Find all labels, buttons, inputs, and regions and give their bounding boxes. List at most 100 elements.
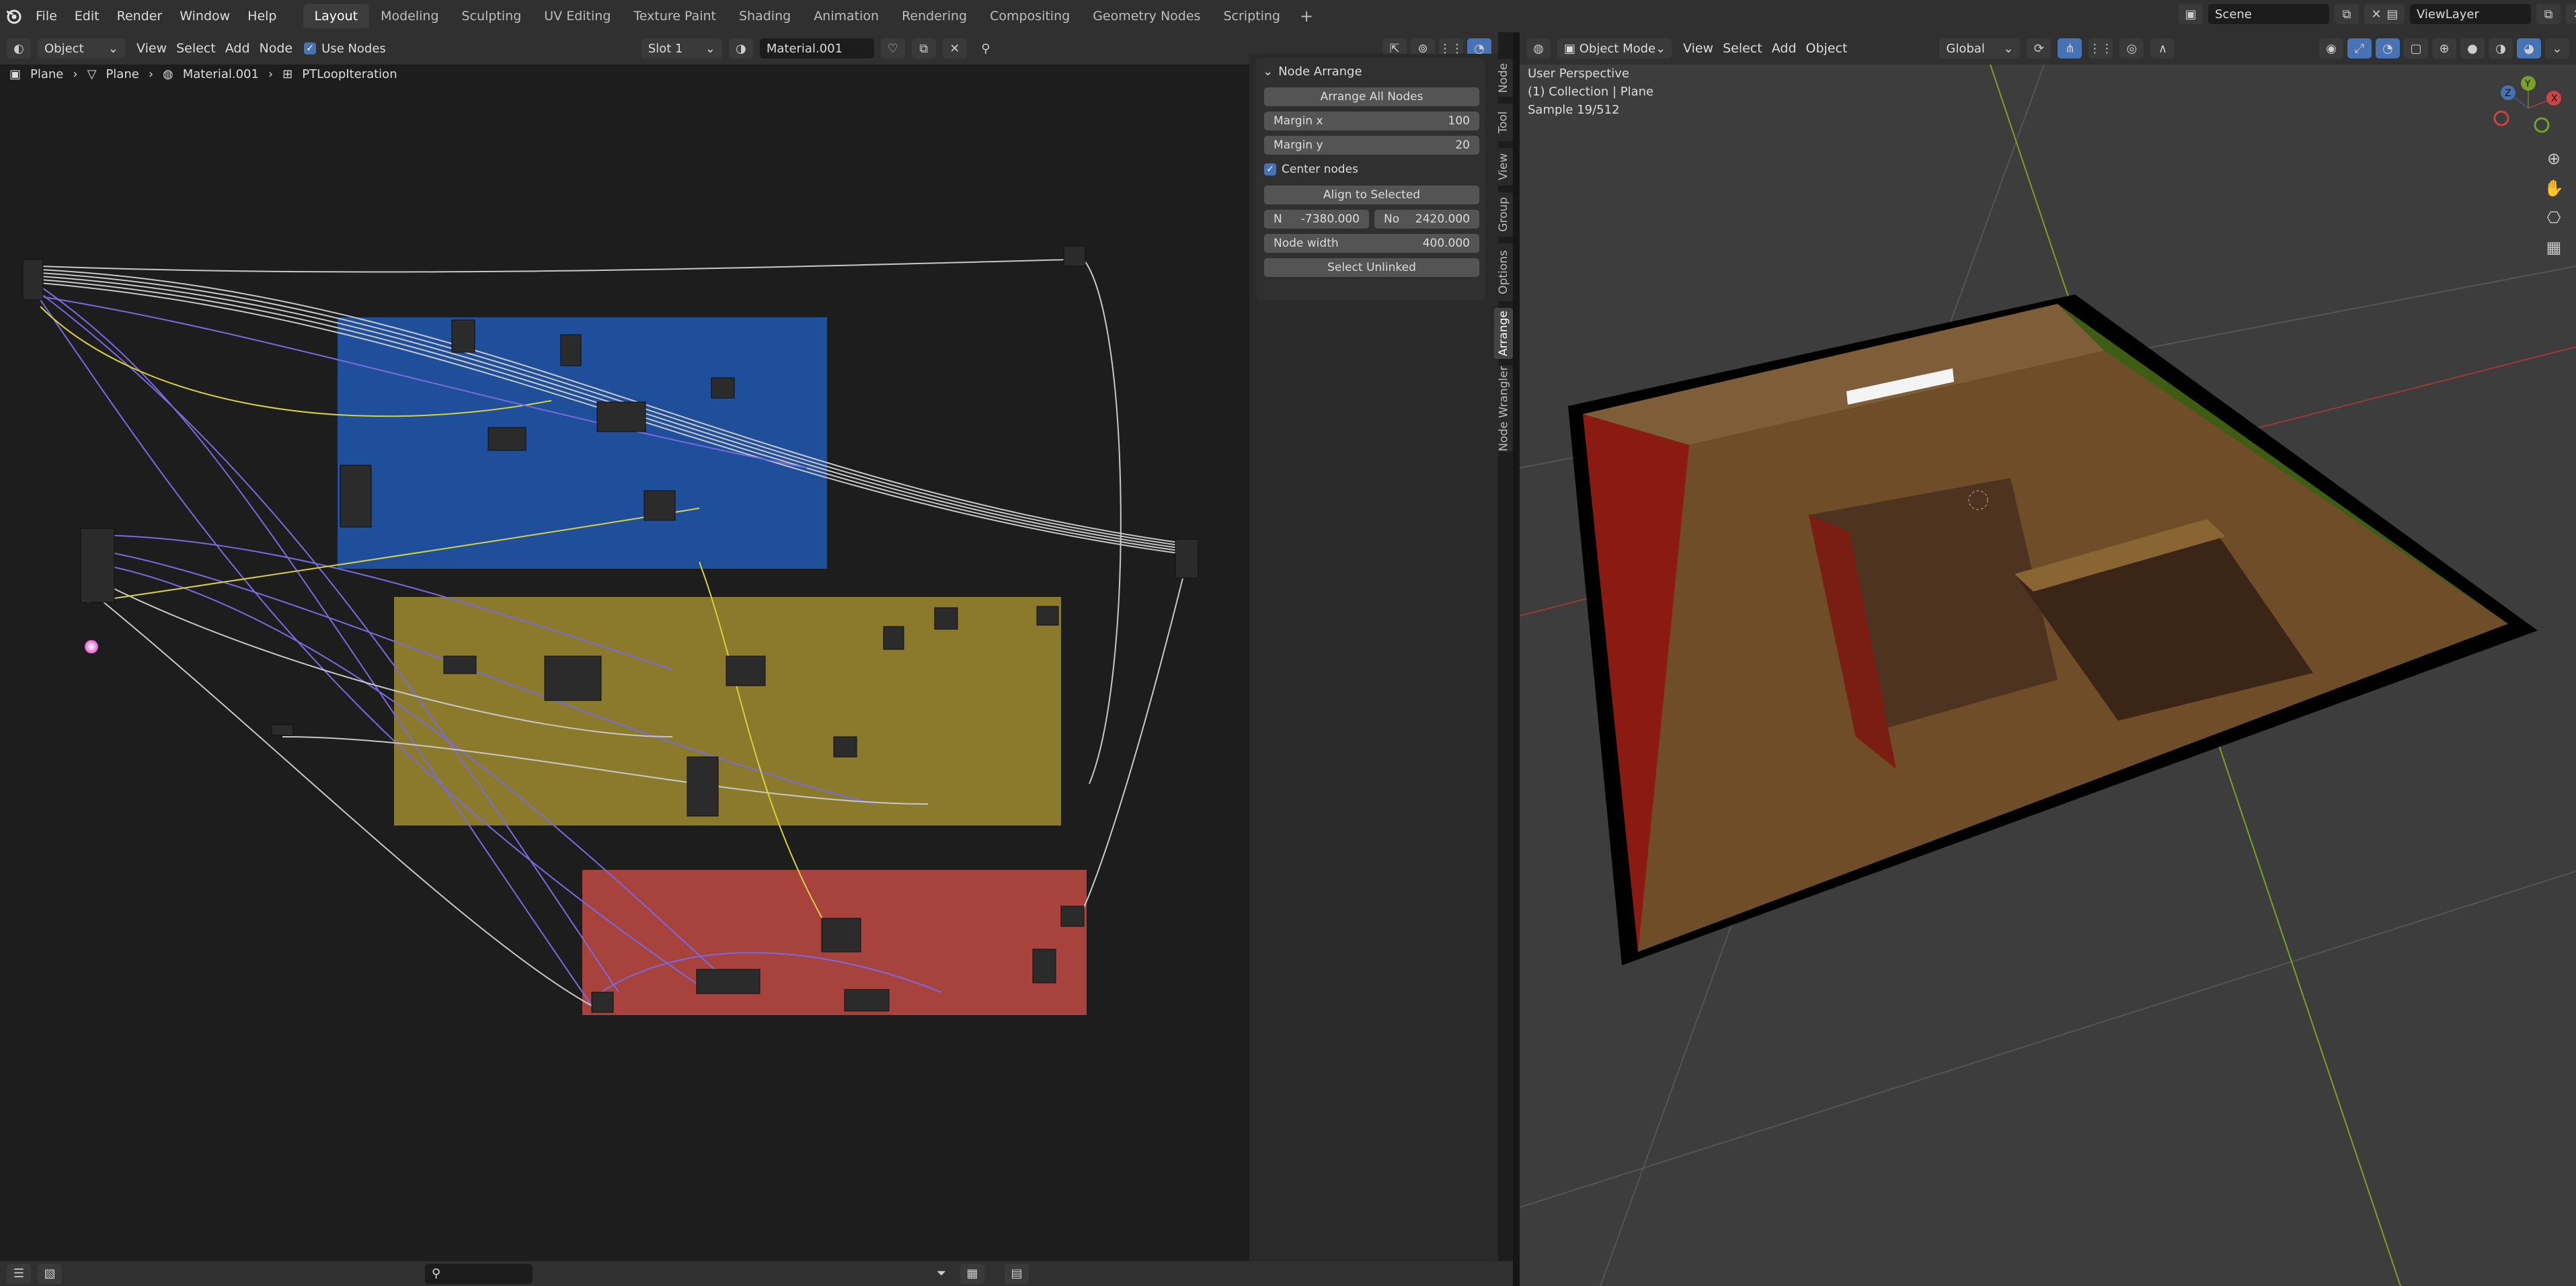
- blender-logo-icon[interactable]: [0, 7, 27, 25]
- node-menu-add[interactable]: Add: [221, 41, 255, 56]
- viewlayer-icon[interactable]: ▤: [2380, 4, 2405, 24]
- material-browse-icon[interactable]: ◑: [728, 38, 753, 58]
- tab-shading[interactable]: Shading: [728, 4, 802, 28]
- arrange-all-button[interactable]: Arrange All Nodes: [1264, 87, 1479, 106]
- pivot-icon[interactable]: ⟳: [2027, 38, 2052, 58]
- menu-render[interactable]: Render: [108, 9, 171, 24]
- shader-type-select[interactable]: Object ⌄: [38, 38, 125, 58]
- select-unlinked-button[interactable]: Select Unlinked: [1264, 258, 1479, 277]
- filter-icon[interactable]: ⏷: [929, 1264, 953, 1284]
- timeline-type-icon[interactable]: ☰: [7, 1263, 31, 1284]
- node-canvas[interactable]: ▣ Plane › ▽ Plane › ◍ Material.001 › ⊞ PTLoopItera…: [0, 65, 1244, 1261]
- sidebar-tab-group[interactable]: Group: [1494, 192, 1513, 237]
- gizmo-icon[interactable]: ⤢: [2347, 38, 2372, 58]
- margin-y-field[interactable]: Margin y 20: [1264, 136, 1479, 155]
- sidebar-tab-view[interactable]: View: [1494, 148, 1513, 186]
- duplicate-material-icon[interactable]: ⧉: [911, 38, 936, 58]
- no-field[interactable]: No 2420.000: [1374, 210, 1479, 229]
- proportional-edit-icon[interactable]: ◎: [2119, 38, 2144, 58]
- search-input[interactable]: ⚲: [425, 1263, 533, 1284]
- close-viewlayer-icon[interactable]: ✕: [2566, 4, 2576, 24]
- use-nodes-toggle[interactable]: ✓ Use Nodes: [304, 42, 386, 56]
- object-mode-select[interactable]: ▣ Object Mode ⌄: [1557, 38, 1672, 58]
- tab-uv-editing[interactable]: UV Editing: [533, 4, 622, 28]
- use-nodes-checkbox[interactable]: ✓: [304, 42, 317, 54]
- scene-field[interactable]: Scene: [2208, 4, 2329, 24]
- menu-file[interactable]: File: [27, 9, 66, 24]
- tab-animation[interactable]: Animation: [802, 4, 890, 28]
- visibility-icon[interactable]: ◉: [2319, 38, 2343, 58]
- scene-icon[interactable]: ▣: [2179, 4, 2203, 24]
- viewport-menu-object[interactable]: Object: [1801, 41, 1852, 56]
- 3d-viewport[interactable]: User Perspective (1) Collection | Plane …: [1520, 65, 2576, 1286]
- margin-x-field[interactable]: Margin x 100: [1264, 112, 1479, 130]
- node-width-field[interactable]: Node width 400.000: [1264, 234, 1479, 253]
- tab-rendering[interactable]: Rendering: [890, 4, 978, 28]
- overlays-icon[interactable]: ◔: [2376, 38, 2400, 58]
- snap-toggle-icon[interactable]: ⋔: [2058, 38, 2082, 58]
- add-workspace-button[interactable]: +: [1292, 7, 1321, 26]
- rendered-shading-icon[interactable]: ◕: [2517, 38, 2541, 58]
- node-menu-view[interactable]: View: [132, 41, 171, 56]
- shading-options-icon[interactable]: ⌄: [2545, 38, 2569, 58]
- tab-sculpting[interactable]: Sculpting: [451, 4, 533, 28]
- fake-user-icon[interactable]: ♡: [880, 38, 905, 58]
- falloff-icon[interactable]: ∧: [2150, 38, 2175, 58]
- unlink-material-icon[interactable]: ✕: [942, 38, 967, 58]
- tab-texture-paint[interactable]: Texture Paint: [622, 4, 728, 28]
- viewport-overlay-info: User Perspective (1) Collection | Plane …: [1528, 65, 1653, 119]
- menu-edit[interactable]: Edit: [66, 9, 108, 24]
- sidebar-tab-options[interactable]: Options: [1494, 243, 1513, 301]
- viewlayer-field[interactable]: ViewLayer: [2410, 4, 2531, 24]
- image-editor-icon[interactable]: ▧: [38, 1263, 62, 1284]
- viewport-menu-view[interactable]: View: [1678, 41, 1718, 56]
- n-field[interactable]: N -7380.000: [1264, 210, 1369, 229]
- node-menu-select[interactable]: Select: [171, 41, 221, 56]
- tab-modeling[interactable]: Modeling: [369, 4, 450, 28]
- viewport-menu-add[interactable]: Add: [1767, 41, 1801, 56]
- tab-compositing[interactable]: Compositing: [978, 4, 1081, 28]
- n-value: -7380.000: [1300, 212, 1360, 226]
- solid-shading-icon[interactable]: ●: [2460, 38, 2485, 58]
- center-nodes-checkbox[interactable]: ✓: [1264, 163, 1276, 175]
- node-sidebar: ⌄ Node Arrange Arrange All Nodes Margin …: [1249, 54, 1498, 1264]
- grid-view-icon[interactable]: ▦: [2539, 233, 2569, 262]
- tab-geometry-nodes[interactable]: Geometry Nodes: [1081, 4, 1212, 28]
- node-menu-node[interactable]: Node: [255, 41, 298, 56]
- transform-orientation-select[interactable]: Global ⌄: [1939, 38, 2021, 58]
- sidebar-tab-arrange[interactable]: Arrange: [1494, 308, 1513, 359]
- new-scene-icon[interactable]: ⧉: [2335, 4, 2359, 24]
- editor-type-icon[interactable]: ◐: [7, 38, 31, 58]
- navigation-gizmo[interactable]: X Y Z: [2488, 71, 2569, 145]
- viewport-menu-select[interactable]: Select: [1718, 41, 1767, 56]
- gizmo-x-label: X: [2551, 93, 2558, 104]
- viewport-editor-type-icon[interactable]: ◍: [1526, 38, 1551, 58]
- pan-hand-icon[interactable]: ✋: [2539, 173, 2569, 203]
- orientation-label: Global: [1946, 41, 1985, 56]
- panel-header[interactable]: ⌄ Node Arrange: [1263, 65, 1362, 79]
- tab-layout[interactable]: Layout: [303, 4, 370, 28]
- slot-select[interactable]: Slot 1 ⌄: [641, 38, 722, 58]
- tab-scripting[interactable]: Scripting: [1212, 4, 1292, 28]
- camera-icon[interactable]: ⎔: [2539, 203, 2569, 233]
- sidebar-tab-node[interactable]: Node: [1494, 59, 1513, 97]
- sidebar-tab-node-wrangler[interactable]: Node Wrangler: [1494, 366, 1513, 452]
- zoom-icon[interactable]: ⊕: [2539, 144, 2569, 173]
- center-nodes-toggle[interactable]: ✓ Center nodes: [1264, 163, 1358, 176]
- snap-target-icon[interactable]: ⋮⋮: [2089, 38, 2113, 58]
- align-selected-button[interactable]: Align to Selected: [1264, 186, 1479, 204]
- margin-x-label: Margin x: [1274, 114, 1323, 128]
- sidebar-tab-tool[interactable]: Tool: [1494, 104, 1513, 141]
- area-splitter[interactable]: [1513, 32, 1520, 1286]
- outliner-type-icon[interactable]: ▤: [1005, 1263, 1029, 1284]
- material-shading-icon[interactable]: ◑: [2489, 38, 2513, 58]
- wireframe-shading-icon[interactable]: ⊕: [2432, 38, 2456, 58]
- pin-icon[interactable]: ⚲: [974, 38, 998, 58]
- material-name-field[interactable]: Material.001: [759, 38, 874, 58]
- menu-help[interactable]: Help: [239, 9, 285, 24]
- display-mode-icon[interactable]: ▦: [960, 1263, 984, 1284]
- node-arrange-panel: ⌄ Node Arrange Arrange All Nodes Margin …: [1256, 58, 1485, 300]
- xray-icon[interactable]: ▢: [2404, 38, 2428, 58]
- menu-window[interactable]: Window: [171, 9, 239, 24]
- new-viewlayer-icon[interactable]: ⧉: [2536, 4, 2561, 24]
